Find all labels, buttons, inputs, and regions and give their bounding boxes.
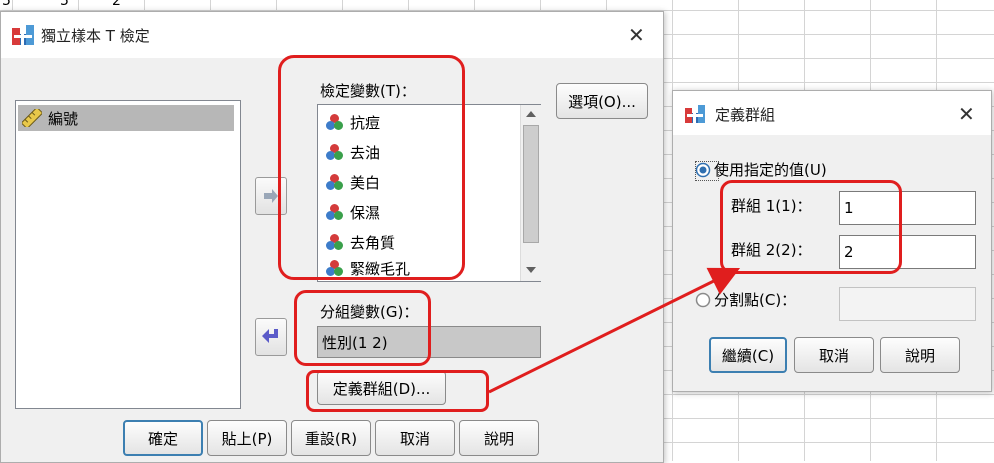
annotation-arrow bbox=[488, 267, 741, 394]
